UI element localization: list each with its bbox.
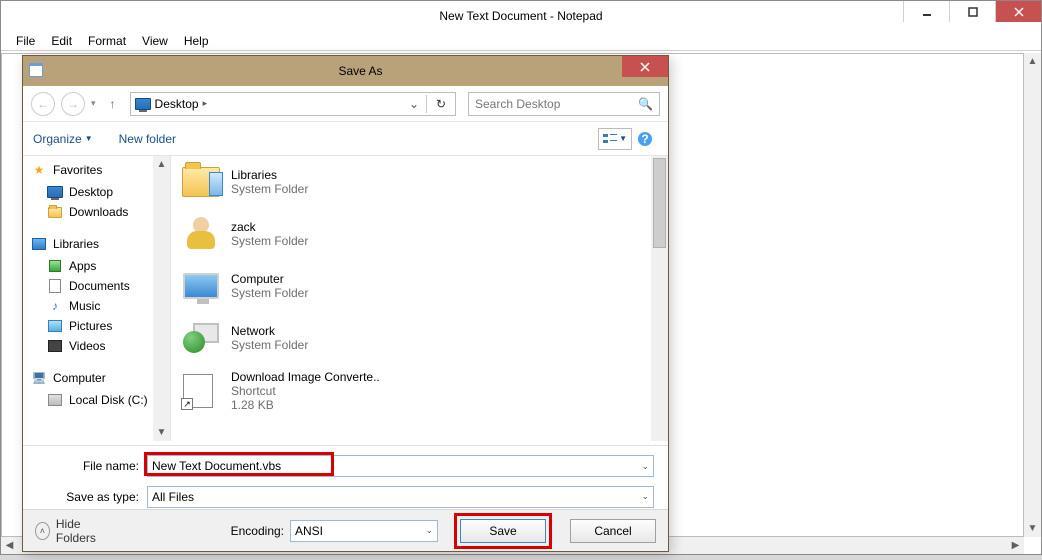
chevron-down-icon[interactable]: ⌄ xyxy=(641,461,649,472)
menu-help[interactable]: Help xyxy=(177,32,216,50)
tree-libraries[interactable]: Libraries xyxy=(31,236,168,252)
user-folder-icon xyxy=(181,214,221,254)
svg-text:?: ? xyxy=(641,132,648,146)
dialog-form: File name: New Text Document.vbs ⌄ Save … xyxy=(23,445,668,509)
filelist-scrollbar[interactable] xyxy=(651,156,668,441)
tree-lib-videos[interactable]: Videos xyxy=(31,336,168,356)
breadcrumb-dropdown-icon[interactable]: ⌄ xyxy=(406,97,422,111)
chevron-down-icon: ▼ xyxy=(85,134,93,143)
list-item[interactable]: ComputerSystem Folder xyxy=(171,260,668,312)
search-icon: 🔍 xyxy=(638,97,653,111)
menu-view[interactable]: View xyxy=(135,32,175,50)
tree-lib-pictures[interactable]: Pictures xyxy=(31,316,168,336)
videos-icon xyxy=(47,338,63,354)
saveastype-label: Save as type: xyxy=(37,490,147,504)
view-icon xyxy=(603,133,617,145)
notepad-menubar: File Edit Format View Help xyxy=(1,31,1041,51)
scroll-up-icon[interactable]: ▲ xyxy=(1024,53,1041,70)
list-item[interactable]: LibrariesSystem Folder xyxy=(171,156,668,208)
list-item[interactable]: NetworkSystem Folder xyxy=(171,312,668,364)
dialog-titlebar[interactable]: Save As xyxy=(23,56,668,86)
new-folder-button[interactable]: New folder xyxy=(119,132,176,146)
shortcut-icon: ↗ xyxy=(181,371,221,411)
chevron-right-icon[interactable]: ▸ xyxy=(203,98,208,109)
dialog-toolbar: Organize ▼ New folder ▼ ? xyxy=(23,122,668,156)
notepad-title: New Text Document - Notepad xyxy=(439,9,602,23)
nav-up-button[interactable]: ↑ xyxy=(102,93,124,115)
filename-label: File name: xyxy=(37,459,147,473)
disk-icon xyxy=(47,392,63,408)
hide-folders-button[interactable]: ˄ Hide Folders xyxy=(35,517,111,545)
notepad-file-icon xyxy=(29,63,45,79)
organize-button[interactable]: Organize ▼ xyxy=(33,132,93,146)
search-placeholder: Search Desktop xyxy=(475,97,560,111)
list-item[interactable]: ↗ Download Image Converte..Shortcut1.28 … xyxy=(171,364,668,418)
encoding-select[interactable]: ANSI ⌄ xyxy=(290,520,438,542)
desktop-icon xyxy=(47,184,63,200)
tree-computer[interactable]: 🖥Computer xyxy=(31,370,168,386)
tree-favorites-desktop[interactable]: Desktop xyxy=(31,182,168,202)
star-icon: ★ xyxy=(31,162,47,178)
save-button[interactable]: Save xyxy=(460,519,546,543)
navigation-tree[interactable]: ★Favorites Desktop Downloads Libraries A… xyxy=(23,156,171,441)
breadcrumb-bar[interactable]: Desktop ▸ ⌄ ↻ xyxy=(130,92,456,116)
saveastype-select[interactable]: All Files ⌄ xyxy=(147,486,654,508)
nav-forward-button[interactable]: → xyxy=(61,92,85,116)
desktop-icon xyxy=(135,96,151,112)
view-options-button[interactable]: ▼ xyxy=(598,128,632,150)
list-item[interactable]: zackSystem Folder xyxy=(171,208,668,260)
file-listing[interactable]: LibrariesSystem Folder zackSystem Folder… xyxy=(171,156,668,441)
chevron-down-icon[interactable]: ⌄ xyxy=(425,525,433,536)
notepad-titlebar[interactable]: New Text Document - Notepad xyxy=(1,1,1041,31)
chevron-up-icon: ˄ xyxy=(35,522,50,540)
computer-icon: 🖥 xyxy=(31,370,47,386)
chevron-down-icon[interactable]: ⌄ xyxy=(641,491,649,502)
dialog-close-button[interactable] xyxy=(622,56,668,77)
notepad-scrollbar-vertical[interactable]: ▲ ▼ xyxy=(1024,53,1041,537)
dialog-title: Save As xyxy=(53,64,668,78)
folder-icon xyxy=(47,204,63,220)
encoding-label: Encoding: xyxy=(231,524,284,538)
tree-scrollbar[interactable]: ▲ ▼ xyxy=(153,156,170,441)
libraries-icon xyxy=(31,236,47,252)
menu-edit[interactable]: Edit xyxy=(44,32,79,50)
music-icon: ♪ xyxy=(47,298,63,314)
refresh-icon[interactable]: ↻ xyxy=(431,97,451,111)
apps-icon xyxy=(47,258,63,274)
document-icon xyxy=(47,278,63,294)
libraries-folder-icon xyxy=(181,162,221,202)
computer-folder-icon xyxy=(181,266,221,306)
scroll-down-icon[interactable]: ▼ xyxy=(153,424,170,441)
menu-file[interactable]: File xyxy=(9,32,42,50)
tree-lib-documents[interactable]: Documents xyxy=(31,276,168,296)
notepad-close-button[interactable] xyxy=(995,1,1041,22)
tree-favorites[interactable]: ★Favorites xyxy=(31,162,168,178)
scroll-down-icon[interactable]: ▼ xyxy=(1024,520,1041,537)
tree-lib-music[interactable]: ♪Music xyxy=(31,296,168,316)
nav-back-button[interactable]: ← xyxy=(31,92,55,116)
highlight-annotation: Save xyxy=(454,513,552,549)
tree-computer-localdisk[interactable]: Local Disk (C:) xyxy=(31,390,168,410)
tree-lib-apps[interactable]: Apps xyxy=(31,256,168,276)
menu-format[interactable]: Format xyxy=(81,32,133,50)
scroll-left-icon[interactable]: ◀ xyxy=(1,537,18,554)
dialog-nav-row: ← → ▾ ↑ Desktop ▸ ⌄ ↻ Search Desktop 🔍 xyxy=(23,86,668,122)
dialog-button-row: ˄ Hide Folders Encoding: ANSI ⌄ Save Can… xyxy=(23,509,668,551)
pictures-icon xyxy=(47,318,63,334)
chevron-down-icon[interactable]: ▾ xyxy=(91,98,96,109)
scroll-right-icon[interactable]: ▶ xyxy=(1007,537,1024,554)
maximize-button[interactable] xyxy=(949,1,995,22)
minimize-button[interactable] xyxy=(903,1,949,22)
network-folder-icon xyxy=(181,318,221,358)
help-button[interactable]: ? xyxy=(632,128,658,150)
save-as-dialog: Save As ← → ▾ ↑ Desktop ▸ ⌄ ↻ Search Des… xyxy=(22,55,669,552)
tree-favorites-downloads[interactable]: Downloads xyxy=(31,202,168,222)
scroll-up-icon[interactable]: ▲ xyxy=(153,156,170,173)
search-input[interactable]: Search Desktop 🔍 xyxy=(468,92,660,116)
cancel-button[interactable]: Cancel xyxy=(570,519,656,543)
help-icon: ? xyxy=(637,131,653,147)
breadcrumb-current[interactable]: Desktop xyxy=(155,97,199,111)
chevron-down-icon: ▼ xyxy=(619,134,627,143)
filename-input[interactable]: New Text Document.vbs ⌄ xyxy=(147,455,654,477)
